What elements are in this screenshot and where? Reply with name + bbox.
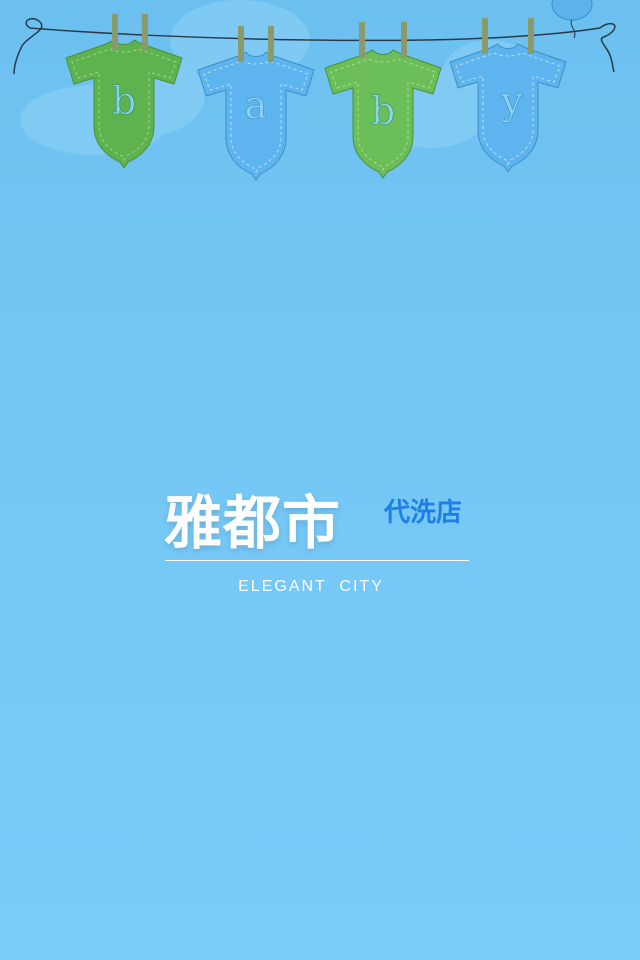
shirt-letter-y: y [500,79,523,123]
brand-name: 雅都市 [164,489,342,557]
brand-tagline: 代洗店 [384,498,463,528]
brand-divider [165,560,469,561]
shirt-letter-b: b [112,79,136,123]
brand-english-name: ELEGANT CITY [238,578,384,595]
baby-clothesline-banner: b a b y [13,0,616,181]
shirt-letter-b-second: b [371,89,395,133]
right-string-loop [599,22,616,73]
shirt-letter-a: a [245,83,268,127]
left-string-loop [13,17,43,75]
